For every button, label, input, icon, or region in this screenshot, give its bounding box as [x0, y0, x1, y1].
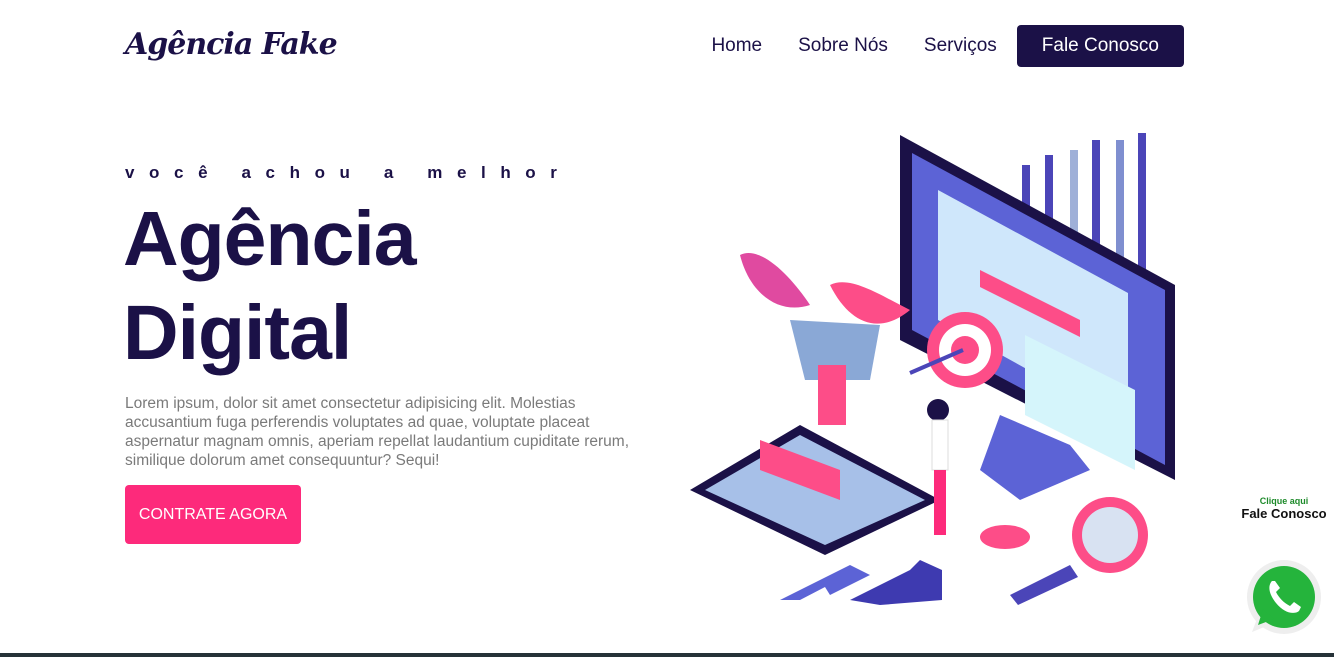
- plant: [740, 253, 910, 380]
- hero-title-line1: Agência: [123, 196, 417, 282]
- main-nav: Home Sobre Nós Serviços Fale Conosco: [675, 25, 1184, 67]
- whatsapp-icon[interactable]: [1244, 557, 1324, 637]
- fale-conosco-button[interactable]: Fale Conosco: [1016, 25, 1184, 67]
- hero-title: Agência Digital: [123, 192, 417, 380]
- whatsapp-big-label: Fale Conosco: [1241, 506, 1327, 521]
- whatsapp-widget[interactable]: Clique aqui Fale Conosco: [1236, 496, 1332, 642]
- magnifier: [1010, 497, 1148, 605]
- nav-sobre-nos[interactable]: Sobre Nós: [798, 35, 888, 57]
- arrows: [780, 560, 942, 605]
- nav-home[interactable]: Home: [711, 35, 762, 57]
- hero-title-line2: Digital: [123, 290, 352, 376]
- person: [927, 399, 949, 535]
- nav-servicos[interactable]: Serviços: [924, 35, 997, 57]
- logo[interactable]: Agência Fake: [125, 27, 338, 62]
- hero-illustration: [690, 133, 1175, 605]
- contrate-agora-button[interactable]: CONTRATE AGORA: [125, 485, 301, 544]
- bottom-bar: [0, 653, 1334, 657]
- whatsapp-small-label: Clique aqui: [1259, 496, 1309, 506]
- hero-text: Lorem ipsum, dolor sit amet consectetur …: [125, 395, 629, 469]
- hero-kicker: você achou a melhor: [125, 163, 572, 182]
